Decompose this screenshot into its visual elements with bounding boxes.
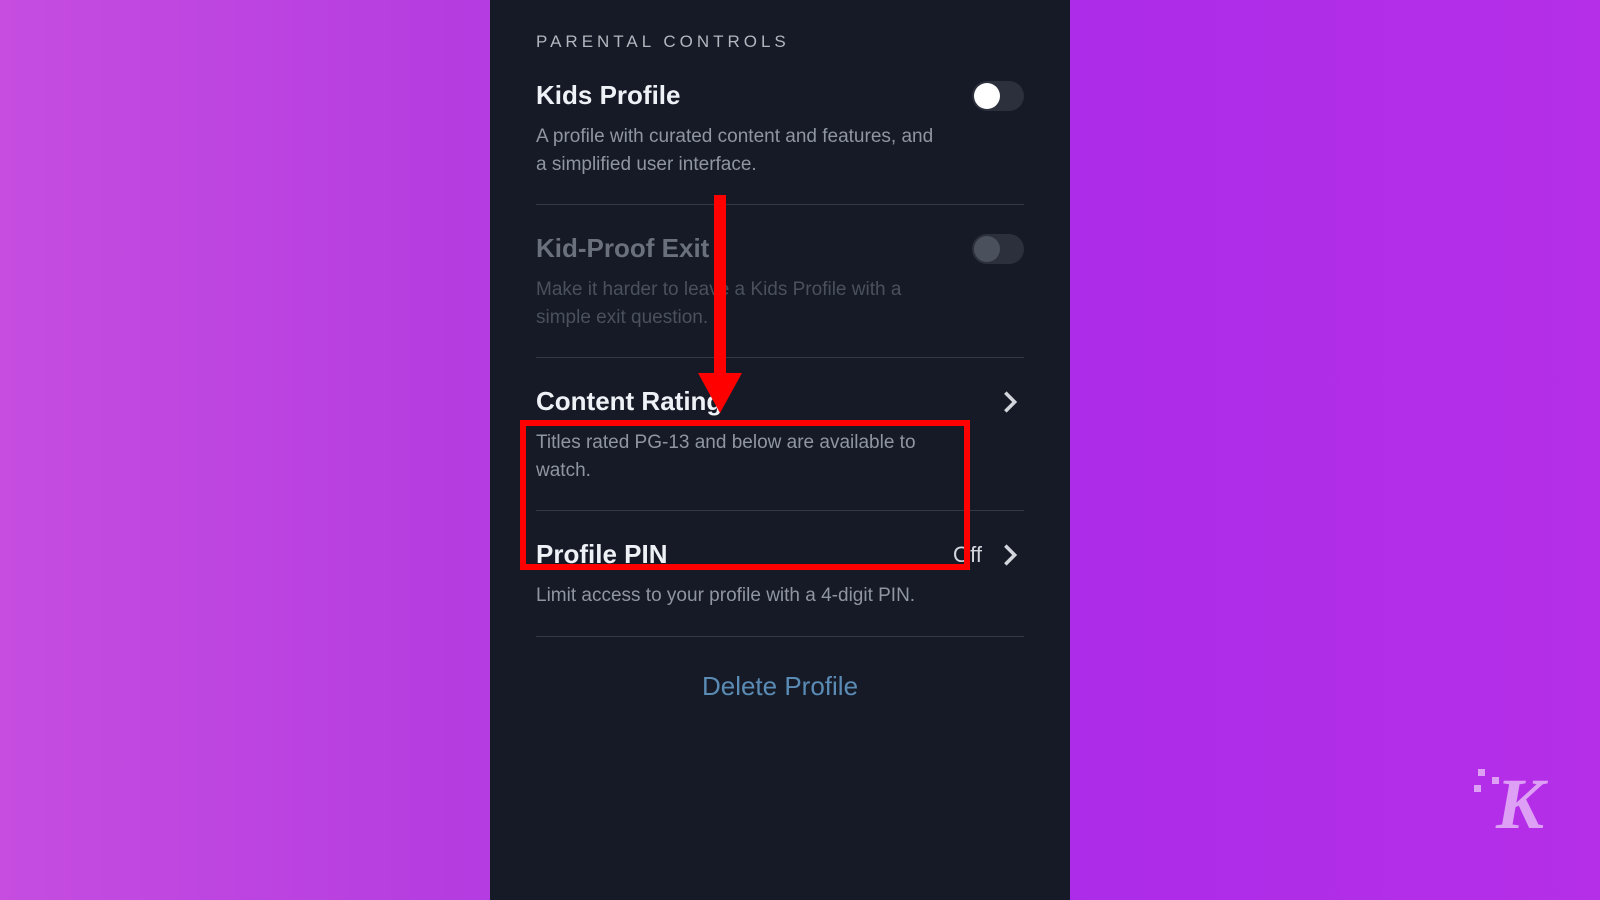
parental-controls-panel: PARENTAL CONTROLS Kids Profile A profile… [490, 0, 1070, 900]
content-rating-title: Content Rating [536, 386, 722, 417]
kids-profile-desc: A profile with curated content and featu… [536, 123, 936, 178]
watermark-dots-icon [1474, 769, 1504, 799]
kid-proof-exit-title: Kid-Proof Exit [536, 233, 709, 264]
profile-pin-status: Off [953, 542, 982, 568]
kid-proof-exit-toggle [972, 234, 1024, 264]
content-rating-desc: Titles rated PG-13 and below are availab… [536, 429, 936, 484]
kids-profile-row[interactable]: Kids Profile A profile with curated cont… [536, 52, 1024, 205]
profile-pin-title: Profile PIN [536, 539, 667, 570]
delete-profile-link[interactable]: Delete Profile [536, 637, 1024, 702]
watermark: K [1496, 763, 1544, 846]
profile-pin-row[interactable]: Profile PIN Off Limit access to your pro… [536, 511, 1024, 637]
chevron-right-icon [996, 541, 1024, 569]
kid-proof-exit-desc: Make it harder to leave a Kids Profile w… [536, 276, 936, 331]
section-header: PARENTAL CONTROLS [536, 0, 1024, 52]
kid-proof-exit-row: Kid-Proof Exit Make it harder to leave a… [536, 205, 1024, 358]
kids-profile-toggle[interactable] [972, 81, 1024, 111]
kids-profile-title: Kids Profile [536, 80, 680, 111]
content-rating-row[interactable]: Content Rating Titles rated PG-13 and be… [536, 358, 1024, 511]
profile-pin-desc: Limit access to your profile with a 4-di… [536, 582, 936, 610]
chevron-right-icon [996, 388, 1024, 416]
